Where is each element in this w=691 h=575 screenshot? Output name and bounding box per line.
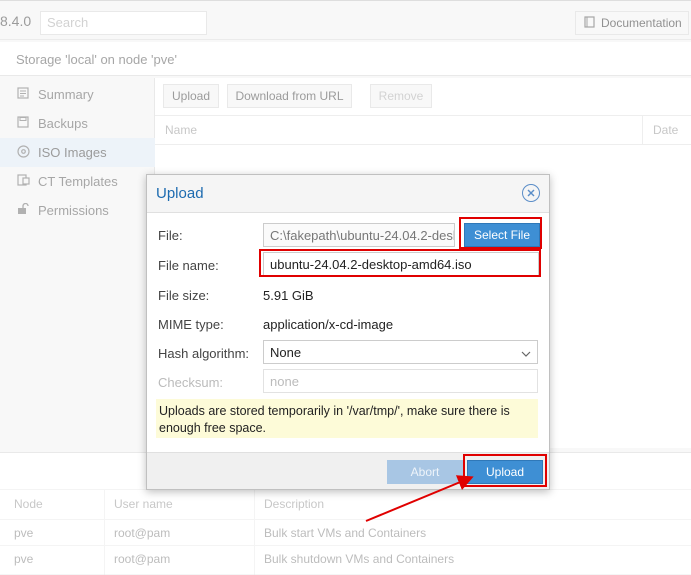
checksum-input[interactable]: none [263, 369, 538, 393]
filename-input[interactable]: ubuntu-24.04.2-desktop-amd64.iso [263, 252, 539, 276]
hash-label: Hash algorithm: [158, 346, 250, 361]
chevron-down-icon [521, 345, 531, 360]
close-icon[interactable] [522, 184, 540, 202]
file-path-field: C:\fakepath\ubuntu-24.04.2-desktop-amd64… [263, 223, 455, 247]
abort-button[interactable]: Abort [387, 460, 463, 484]
dialog-footer: Abort Upload [147, 452, 549, 489]
checksum-label: Checksum: [158, 375, 224, 390]
dialog-header [147, 175, 549, 213]
upload-button[interactable]: Upload [467, 460, 543, 484]
hash-value: None [270, 344, 302, 360]
filesize-value: 5.91 GiB [263, 288, 314, 303]
file-label: File: [158, 228, 183, 243]
info-note: Uploads are stored temporarily in '/var/… [156, 399, 538, 438]
mime-label: MIME type: [158, 317, 224, 332]
hash-algorithm-select[interactable]: None [263, 340, 538, 364]
upload-dialog: Upload File: C:\fakepath\ubuntu-24.04.2-… [146, 174, 550, 490]
select-file-button[interactable]: Select File [464, 223, 540, 247]
mime-value: application/x-cd-image [263, 317, 394, 332]
filename-label: File name: [158, 258, 219, 273]
dialog-title: Upload [156, 185, 204, 202]
filesize-label: File size: [158, 288, 210, 303]
